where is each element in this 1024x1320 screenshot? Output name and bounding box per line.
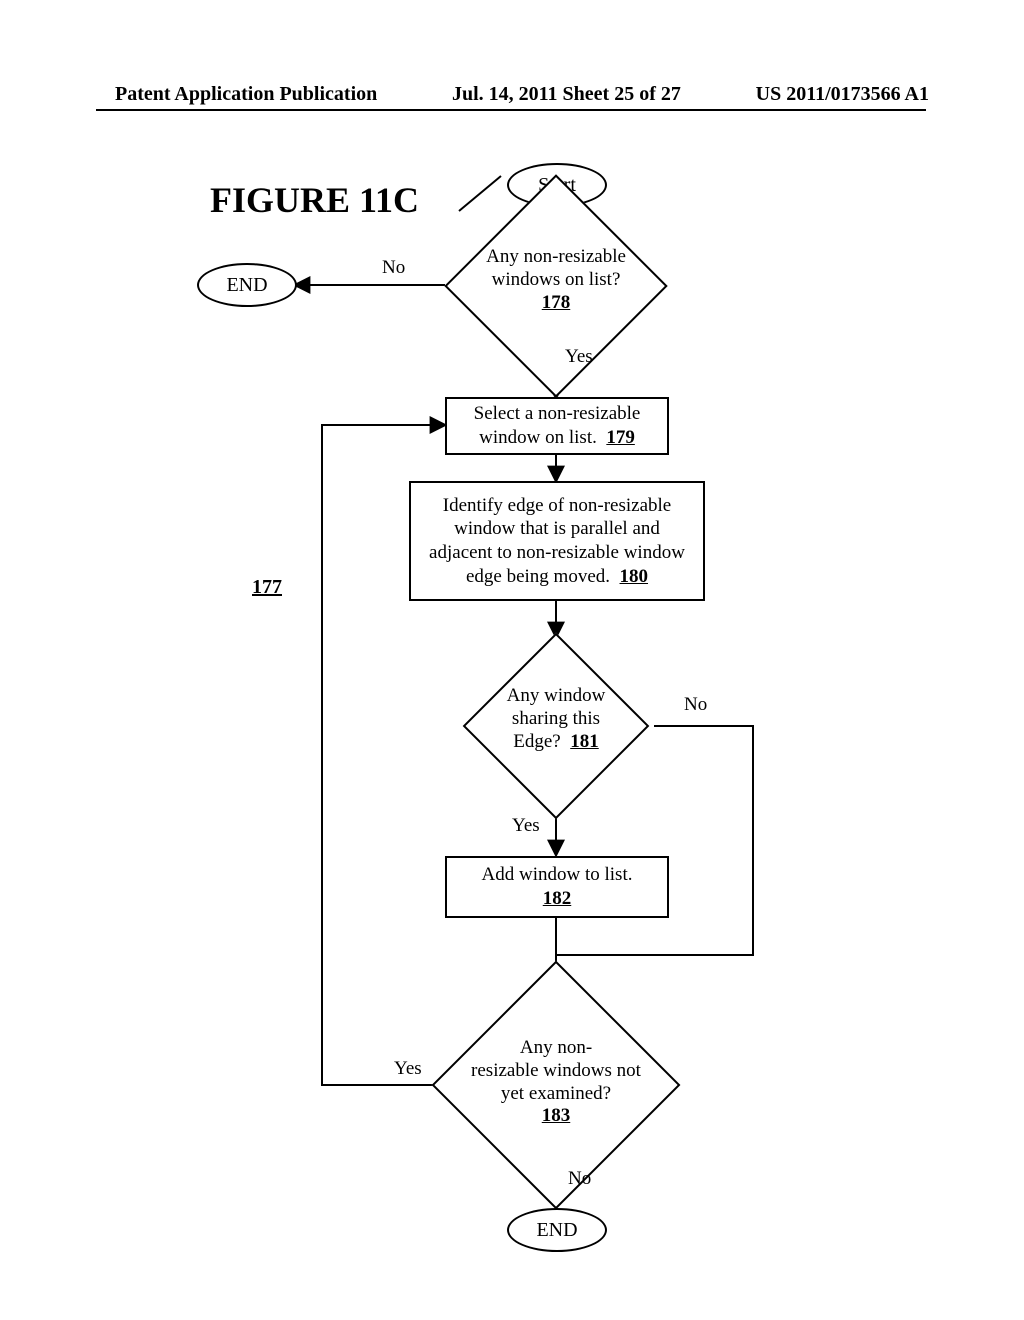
process-182: Add window to list. 182 xyxy=(445,856,669,918)
label-178-yes: Yes xyxy=(565,346,593,368)
flowchart: Start END Any non-resizable windows on l… xyxy=(0,0,1024,1320)
label-181-no: No xyxy=(684,694,707,716)
decision-178-text: Any non-resizable windows on list? 178 xyxy=(456,246,656,314)
label-178-no: No xyxy=(382,257,405,279)
terminator-end-bottom: END xyxy=(507,1208,607,1252)
decision-181-text: Any window sharing this Edge? 181 xyxy=(476,685,636,753)
end-top-label: END xyxy=(226,274,267,297)
label-183-no: No xyxy=(568,1168,591,1190)
label-183-yes: Yes xyxy=(394,1058,422,1080)
process-180: Identify edge of non-resizable window th… xyxy=(409,481,705,601)
decision-183-text: Any non- resizable windows not yet exami… xyxy=(446,1037,666,1128)
process-179: Select a non-resizable window on list. 1… xyxy=(445,397,669,455)
terminator-end-top: END xyxy=(197,263,297,307)
end-bottom-label: END xyxy=(536,1219,577,1242)
label-181-yes: Yes xyxy=(512,815,540,837)
